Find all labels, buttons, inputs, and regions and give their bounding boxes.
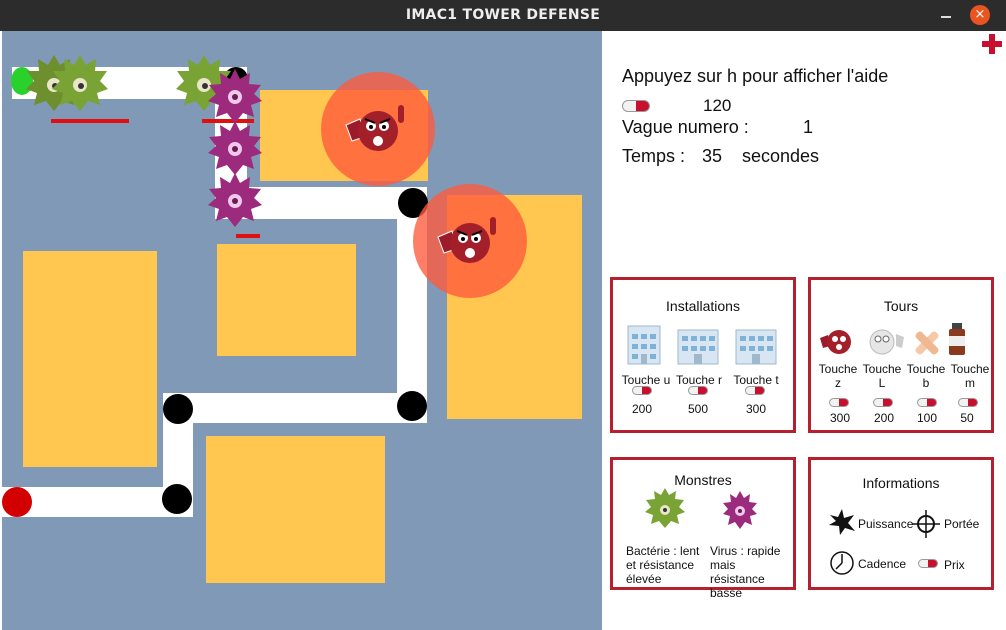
range-crosshair-icon — [912, 510, 940, 538]
close-button[interactable]: × — [970, 5, 990, 25]
tower-price: 50 — [960, 411, 974, 425]
installations-title: Installations — [666, 298, 740, 314]
virus-monster-icon — [723, 491, 757, 529]
hospital-r-icon[interactable] — [674, 322, 722, 366]
price-pill-icon — [918, 559, 938, 568]
installation-price: 300 — [745, 402, 767, 416]
medical-cross-icon — [982, 34, 1002, 54]
power-icon — [829, 509, 855, 535]
rate-label: Cadence — [858, 557, 907, 571]
tower-key: Touche m — [950, 362, 990, 390]
tower-z-icon[interactable] — [818, 324, 858, 358]
bacteria-description: Bactérie : lent et résistance élevée — [626, 544, 700, 586]
virus-monster-icon — [208, 121, 262, 175]
tower-z-icon[interactable] — [338, 95, 418, 165]
range-label: Portée — [944, 517, 980, 531]
price-pill-icon — [873, 398, 893, 407]
installation-price: 200 — [631, 402, 653, 416]
game-map[interactable] — [2, 31, 602, 630]
tower-price: 100 — [916, 411, 938, 425]
price-label: Prix — [944, 558, 965, 572]
towers-title: Tours — [883, 298, 919, 314]
tower-z-icon[interactable] — [430, 207, 510, 277]
price-pill-icon — [958, 398, 978, 407]
time-unit: secondes — [742, 146, 820, 166]
virus-monster-icon — [208, 69, 262, 123]
money-pill-icon — [622, 100, 650, 112]
help-text: Appuyez sur h pour afficher l'aide — [622, 66, 889, 86]
minimize-button[interactable] — [940, 7, 954, 21]
time-label: Temps : — [622, 146, 686, 166]
bacteria-monster-icon — [52, 55, 108, 111]
wave-label: Vague numero : — [622, 117, 749, 137]
tower-key: Touche z — [818, 362, 858, 390]
installation-key: Touche u — [621, 373, 671, 387]
virus-monster-icon — [208, 173, 262, 227]
virus-description: Virus : rapide mais résistance basse — [710, 544, 781, 600]
tower-b-icon[interactable] — [912, 328, 942, 358]
hospital-u-icon[interactable] — [622, 322, 666, 366]
price-pill-icon — [829, 398, 849, 407]
installation-key: Touche r — [675, 373, 723, 387]
health-bar — [236, 234, 260, 238]
time-value: 35 — [702, 146, 723, 166]
tower-key: Touche b — [906, 362, 946, 390]
price-pill-icon — [917, 398, 937, 407]
money-value: 120 — [703, 96, 732, 115]
installation-price: 500 — [687, 402, 709, 416]
rate-clock-icon — [830, 551, 854, 575]
window-title: IMAC1 TOWER DEFENSE — [405, 7, 601, 23]
tower-price: 200 — [873, 411, 895, 425]
tower-l-icon[interactable] — [862, 324, 906, 358]
power-label: Puissance — [858, 517, 914, 531]
bacteria-monster-icon — [645, 488, 685, 528]
price-pill-icon — [632, 386, 652, 395]
wave-value: 1 — [803, 117, 814, 137]
tower-price: 300 — [829, 411, 851, 425]
price-pill-icon — [688, 386, 708, 395]
price-pill-icon — [745, 386, 765, 395]
tower-m-icon[interactable] — [946, 322, 968, 356]
installation-key: Touche t — [733, 373, 779, 387]
health-bar — [51, 119, 129, 123]
title-bar: IMAC1 TOWER DEFENSE × — [0, 0, 1006, 31]
hospital-s-icon[interactable] — [732, 322, 780, 366]
informations-title: Informations — [862, 475, 940, 491]
tower-key: Touche L — [862, 362, 902, 390]
monsters-title: Monstres — [674, 472, 732, 488]
